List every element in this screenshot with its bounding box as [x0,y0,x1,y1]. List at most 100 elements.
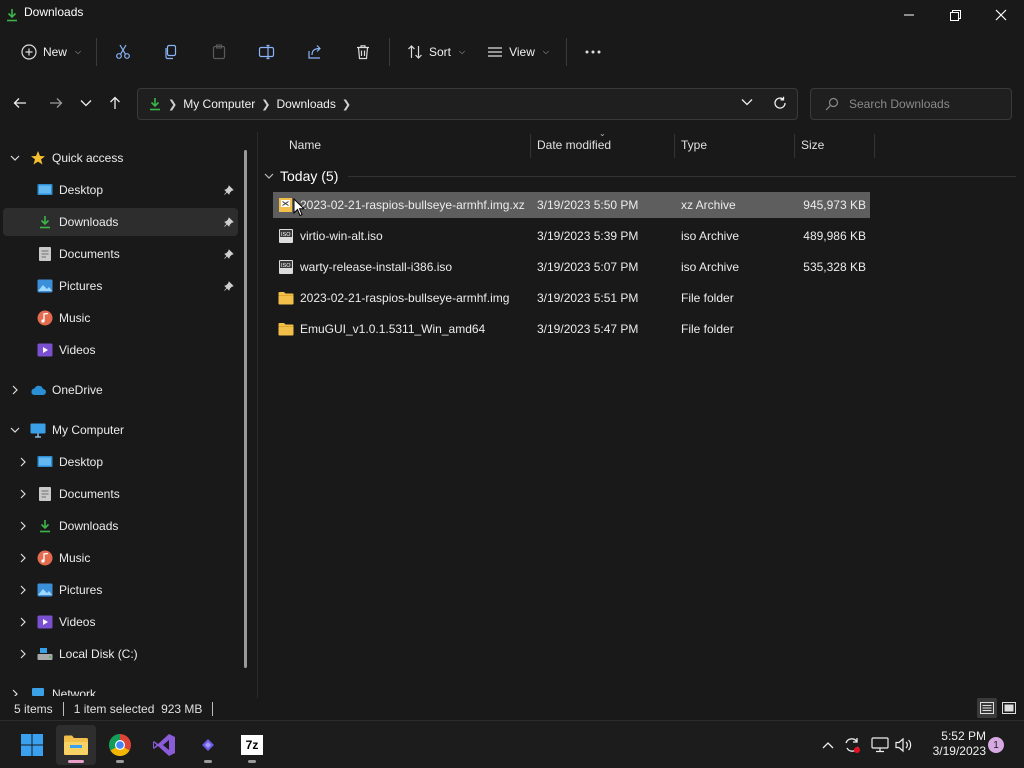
column-divider[interactable] [794,134,795,158]
back-button[interactable] [8,90,32,116]
forward-button[interactable] [44,90,68,116]
tray-overflow-button[interactable] [818,735,838,755]
nav-label: Network [52,687,97,696]
restore-button[interactable] [932,0,978,30]
refresh-button[interactable] [773,96,787,110]
tray-sync[interactable] [842,735,862,755]
chevron-right-icon[interactable]: ❯ [342,98,351,111]
nav-quick-documents[interactable]: Documents [0,240,238,268]
file-size: 535,328 KB [803,260,866,274]
file-row[interactable]: EmuGUI_v1.0.1.5311_Win_amd64 3/19/2023 5… [273,316,870,342]
new-label: New [42,45,67,59]
file-row[interactable]: ISO warty-release-install-i386.iso 3/19/… [273,254,870,280]
rename-button[interactable] [247,36,287,68]
chevron-down-icon [80,100,92,107]
copy-button[interactable] [151,36,191,68]
nav-label: Music [59,311,91,325]
pin-icon[interactable] [224,216,234,230]
pin-icon[interactable] [224,280,234,294]
column-size[interactable]: Size [801,132,873,158]
nav-network[interactable]: Network [0,680,238,696]
address-history-button[interactable] [741,98,753,106]
column-name[interactable]: Name [289,132,529,158]
nav-quick-music[interactable]: Music [0,304,238,332]
column-divider[interactable] [874,134,875,158]
column-divider[interactable] [674,134,675,158]
sort-button[interactable]: Sort ⌵ [396,36,476,68]
start-button[interactable] [12,725,52,765]
running-indicator [204,760,212,763]
more-options-button[interactable] [573,36,613,68]
search-input[interactable]: Search Downloads [810,88,1012,120]
nav-pc-local-disk[interactable]: Local Disk (C:) [0,640,238,668]
active-indicator [68,760,84,763]
tiles-view-button[interactable] [999,698,1019,718]
file-row[interactable]: ISO virtio-win-alt.iso 3/19/2023 5:39 PM… [273,223,870,249]
status-divider [62,702,64,716]
file-date: 3/19/2023 5:50 PM [537,198,639,212]
nav-my-computer[interactable]: My Computer [0,416,238,444]
taskbar-7zip[interactable]: 7z [232,725,272,765]
column-type[interactable]: Type [681,132,795,158]
nav-label: Documents [59,247,120,261]
recent-locations-button[interactable] [74,90,98,116]
breadcrumb-downloads[interactable]: Downloads [276,97,335,111]
downloads-icon [37,518,53,534]
file-name: 2023-02-21-raspios-bullseye-armhf.img [300,291,510,305]
new-button[interactable]: New ⌵ [12,36,90,68]
paste-button[interactable] [199,36,239,68]
nav-quick-access[interactable]: Quick access [0,144,238,172]
details-view-button[interactable] [977,698,997,718]
taskbar-visual-studio[interactable] [144,725,184,765]
nav-label: Pictures [59,583,103,597]
app-icon [202,739,214,751]
breadcrumb-my-computer[interactable]: My Computer [183,97,255,111]
nav-quick-pictures[interactable]: Pictures [0,272,238,300]
tray-volume[interactable] [894,735,914,755]
view-button[interactable]: View ⌵ [476,36,560,68]
desktop-icon [37,454,53,470]
nav-quick-videos[interactable]: Videos [0,336,238,364]
close-button[interactable] [978,0,1024,30]
nav-pc-music[interactable]: Music [0,544,238,572]
nav-pc-desktop[interactable]: Desktop [0,448,238,476]
file-name: virtio-win-alt.iso [300,229,383,243]
minimize-button[interactable] [886,0,932,30]
column-date-modified[interactable]: Date modified ⌄ [537,129,675,158]
nav-scrollbar[interactable] [244,150,247,668]
pin-icon[interactable] [224,184,234,198]
nav-pc-pictures[interactable]: Pictures [0,576,238,604]
search-placeholder: Search Downloads [849,97,950,111]
notification-badge[interactable]: 1 [988,737,1004,753]
nav-pc-downloads[interactable]: Downloads [0,512,238,540]
chevron-right-icon: ❯ [168,98,178,111]
pin-icon[interactable] [224,248,234,262]
selection-info: 1 item selected 923 MB [73,702,203,716]
nav-label: OneDrive [52,383,103,397]
address-bar[interactable]: ❯ My Computer ❯ Downloads ❯ [137,88,798,120]
file-row[interactable]: 2023-02-21-raspios-bullseye-armhf.img.xz… [273,192,870,218]
tray-network[interactable] [870,735,890,755]
taskbar-chrome[interactable] [100,725,140,765]
nav-pc-documents[interactable]: Documents [0,480,238,508]
share-button[interactable] [295,36,335,68]
column-divider[interactable] [530,134,531,158]
cut-button[interactable] [103,36,143,68]
nav-quick-desktop[interactable]: Desktop [0,176,238,204]
nav-onedrive[interactable]: OneDrive [0,376,238,404]
file-row[interactable]: 2023-02-21-raspios-bullseye-armhf.img 3/… [273,285,870,311]
seven-zip-icon: 7z [241,735,263,755]
taskbar-app-launcher[interactable] [188,725,228,765]
up-button[interactable] [103,90,127,116]
nav-quick-downloads[interactable]: Downloads [3,208,238,236]
taskbar-clock[interactable]: 5:52 PM 3/19/2023 [920,729,986,759]
sort-label: Sort [428,45,451,59]
pictures-icon [37,278,53,294]
nav-pc-videos[interactable]: Videos [0,608,238,636]
view-label: View [509,45,535,59]
divider [389,38,390,66]
taskbar-file-explorer[interactable] [56,725,96,765]
pane-divider[interactable] [257,132,258,698]
group-header-today[interactable]: Today (5) [264,166,1016,186]
delete-button[interactable] [343,36,383,68]
